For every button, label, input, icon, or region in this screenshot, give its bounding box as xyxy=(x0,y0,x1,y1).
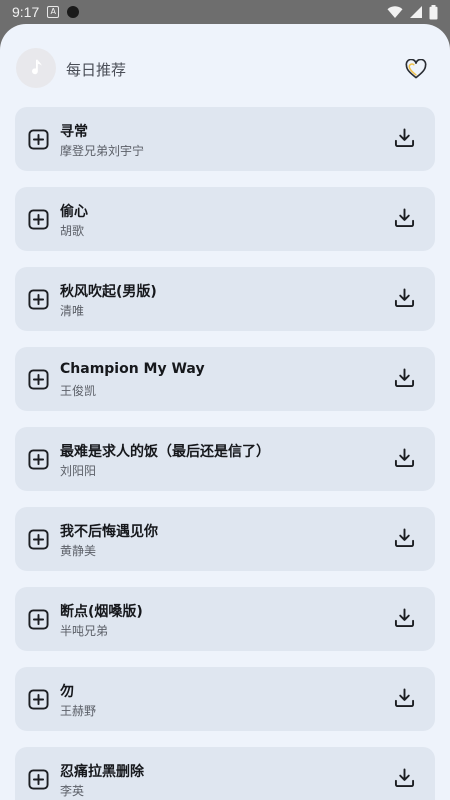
song-card[interactable]: 断点(烟嗓版) 半吨兄弟 xyxy=(15,587,435,651)
download-button[interactable] xyxy=(393,527,415,549)
song-card[interactable]: 最难是求人的饭（最后还是信了） 刘阳阳 xyxy=(15,427,435,491)
add-square-icon xyxy=(27,688,49,710)
download-icon xyxy=(394,288,414,308)
add-square-icon xyxy=(27,208,49,230)
download-icon xyxy=(394,608,414,628)
song-artist: 刘阳阳 xyxy=(60,464,97,478)
music-note-icon xyxy=(31,59,42,75)
recommendation-sheet: 每日推荐 寻常 摩登兄弟刘宇宁 偷心 胡歌 秋风吹起(男版) 清唯 Champi… xyxy=(0,24,450,800)
status-time: 9:17 xyxy=(12,4,40,20)
add-square-icon xyxy=(27,768,49,790)
song-title: 寻常 xyxy=(60,124,88,140)
add-button[interactable] xyxy=(27,528,49,550)
song-artist: 王俊凯 xyxy=(60,384,97,398)
download-icon xyxy=(394,368,414,388)
song-title: Champion My Way xyxy=(60,361,205,377)
add-button[interactable] xyxy=(27,208,49,230)
status-left: 9:17 A xyxy=(12,4,80,20)
status-bar: 9:17 A xyxy=(0,0,450,24)
song-card[interactable]: Champion My Way 王俊凯 xyxy=(15,347,435,411)
song-card[interactable]: 忍痛拉黑删除 李英 xyxy=(15,747,435,800)
add-button[interactable] xyxy=(27,768,49,790)
download-icon xyxy=(394,208,414,228)
notification-a-icon: A xyxy=(47,6,60,18)
song-artist: 半吨兄弟 xyxy=(60,624,109,638)
download-icon xyxy=(394,768,414,788)
download-button[interactable] xyxy=(393,447,415,469)
song-title: 最难是求人的饭（最后还是信了） xyxy=(60,444,270,460)
battery-icon xyxy=(429,4,438,19)
song-title: 勿 xyxy=(60,684,74,700)
download-button[interactable] xyxy=(393,687,415,709)
song-title: 我不后悔遇见你 xyxy=(60,524,158,540)
song-card[interactable]: 勿 王赫野 xyxy=(15,667,435,731)
song-artist: 清唯 xyxy=(60,304,85,318)
song-card[interactable]: 寻常 摩登兄弟刘宇宁 xyxy=(15,107,435,171)
download-icon xyxy=(394,688,414,708)
notification-a-letter: A xyxy=(50,7,56,16)
song-card[interactable]: 偷心 胡歌 xyxy=(15,187,435,251)
page-title: 每日推荐 xyxy=(66,61,127,79)
song-title: 秋风吹起(男版) xyxy=(60,284,157,300)
heart-icon xyxy=(405,59,427,79)
add-button[interactable] xyxy=(27,368,49,390)
playlist-avatar xyxy=(16,48,56,88)
add-square-icon xyxy=(27,528,49,550)
download-button[interactable] xyxy=(393,127,415,149)
notification-dot-icon xyxy=(67,6,80,18)
download-button[interactable] xyxy=(393,207,415,229)
download-button[interactable] xyxy=(393,367,415,389)
song-artist: 黄静美 xyxy=(60,544,97,558)
add-square-icon xyxy=(27,448,49,470)
song-title: 偷心 xyxy=(60,204,88,220)
download-icon xyxy=(394,128,414,148)
add-square-icon xyxy=(27,288,49,310)
song-card[interactable]: 我不后悔遇见你 黄静美 xyxy=(15,507,435,571)
wifi-icon xyxy=(387,6,403,18)
sheet-header: 每日推荐 xyxy=(0,24,450,114)
add-square-icon xyxy=(27,608,49,630)
download-button[interactable] xyxy=(393,767,415,789)
add-button[interactable] xyxy=(27,608,49,630)
song-artist: 王赫野 xyxy=(60,704,97,718)
favorite-button[interactable] xyxy=(404,57,428,81)
download-icon xyxy=(394,448,414,468)
status-right xyxy=(387,4,438,20)
add-button[interactable] xyxy=(27,128,49,150)
add-button[interactable] xyxy=(27,288,49,310)
download-icon xyxy=(394,528,414,548)
download-button[interactable] xyxy=(393,287,415,309)
add-square-icon xyxy=(27,128,49,150)
song-artist: 摩登兄弟刘宇宁 xyxy=(60,144,145,158)
song-card[interactable]: 秋风吹起(男版) 清唯 xyxy=(15,267,435,331)
song-title: 忍痛拉黑删除 xyxy=(60,764,144,780)
song-title: 断点(烟嗓版) xyxy=(60,604,143,620)
add-square-icon xyxy=(27,368,49,390)
song-artist: 李英 xyxy=(60,784,85,798)
cellular-signal-icon xyxy=(410,6,422,18)
add-button[interactable] xyxy=(27,448,49,470)
add-button[interactable] xyxy=(27,688,49,710)
download-button[interactable] xyxy=(393,607,415,629)
song-artist: 胡歌 xyxy=(60,224,85,238)
